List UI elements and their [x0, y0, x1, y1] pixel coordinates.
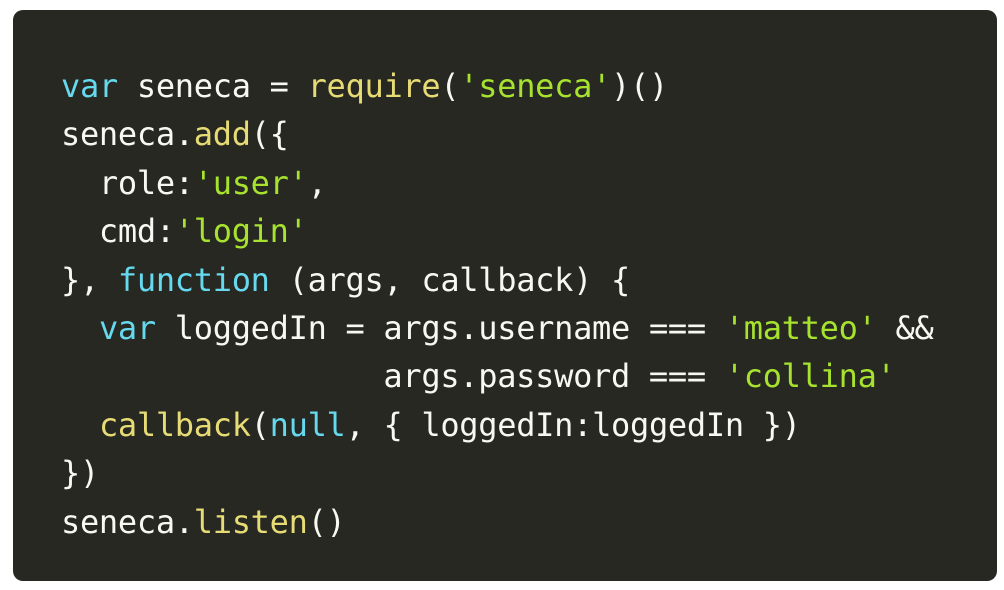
token: seneca = — [117, 67, 308, 105]
token: }) — [61, 454, 99, 493]
token: var — [61, 67, 118, 105]
token: null — [269, 405, 346, 444]
code-line-10: seneca.listen() — [61, 498, 933, 546]
token: callback — [98, 405, 251, 444]
token: (args, callback) { — [269, 260, 631, 299]
token: 'login' — [174, 212, 308, 251]
token: () — [307, 502, 346, 541]
token: ({ — [250, 115, 289, 154]
token: var — [98, 308, 156, 347]
token: && — [876, 308, 934, 347]
token: ( — [440, 67, 460, 105]
code-line-5: }, function (args, callback) { — [61, 256, 933, 304]
token: loggedIn = args.username === — [155, 308, 725, 347]
code-line-9: }) — [61, 449, 933, 497]
code-line-4: cmd:'login' — [61, 207, 933, 255]
code-line-1: var seneca = require('seneca')() — [61, 62, 933, 110]
code-block: var seneca = require('seneca')() seneca.a… — [61, 62, 934, 546]
code-line-6: var loggedIn = args.username === 'matteo… — [61, 304, 934, 352]
token: listen — [193, 502, 308, 541]
token: role: — [61, 163, 194, 202]
token: function — [117, 260, 270, 299]
token: require — [307, 67, 441, 105]
token: )() — [611, 67, 668, 105]
code-line-3: role:'user', — [61, 159, 933, 207]
token: seneca. — [61, 502, 194, 541]
token: , { loggedIn:loggedIn }) — [345, 405, 801, 444]
token: 'matteo' — [724, 308, 877, 347]
code-panel: var seneca = require('seneca')() seneca.a… — [13, 10, 997, 581]
token: 'seneca' — [459, 67, 612, 105]
token: ( — [250, 405, 270, 444]
token: args.password === — [61, 357, 725, 396]
token: cmd: — [61, 212, 175, 251]
token: }, — [61, 260, 118, 299]
code-line-2: seneca.add({ — [61, 110, 933, 158]
code-line-8: callback(null, { loggedIn:loggedIn }) — [61, 401, 933, 449]
token: 'collina' — [724, 357, 896, 396]
token: 'user' — [193, 163, 308, 202]
token: add — [193, 115, 251, 154]
token: seneca. — [61, 115, 194, 154]
token: , — [307, 163, 327, 202]
code-line-7: args.password === 'collina' — [61, 352, 933, 400]
